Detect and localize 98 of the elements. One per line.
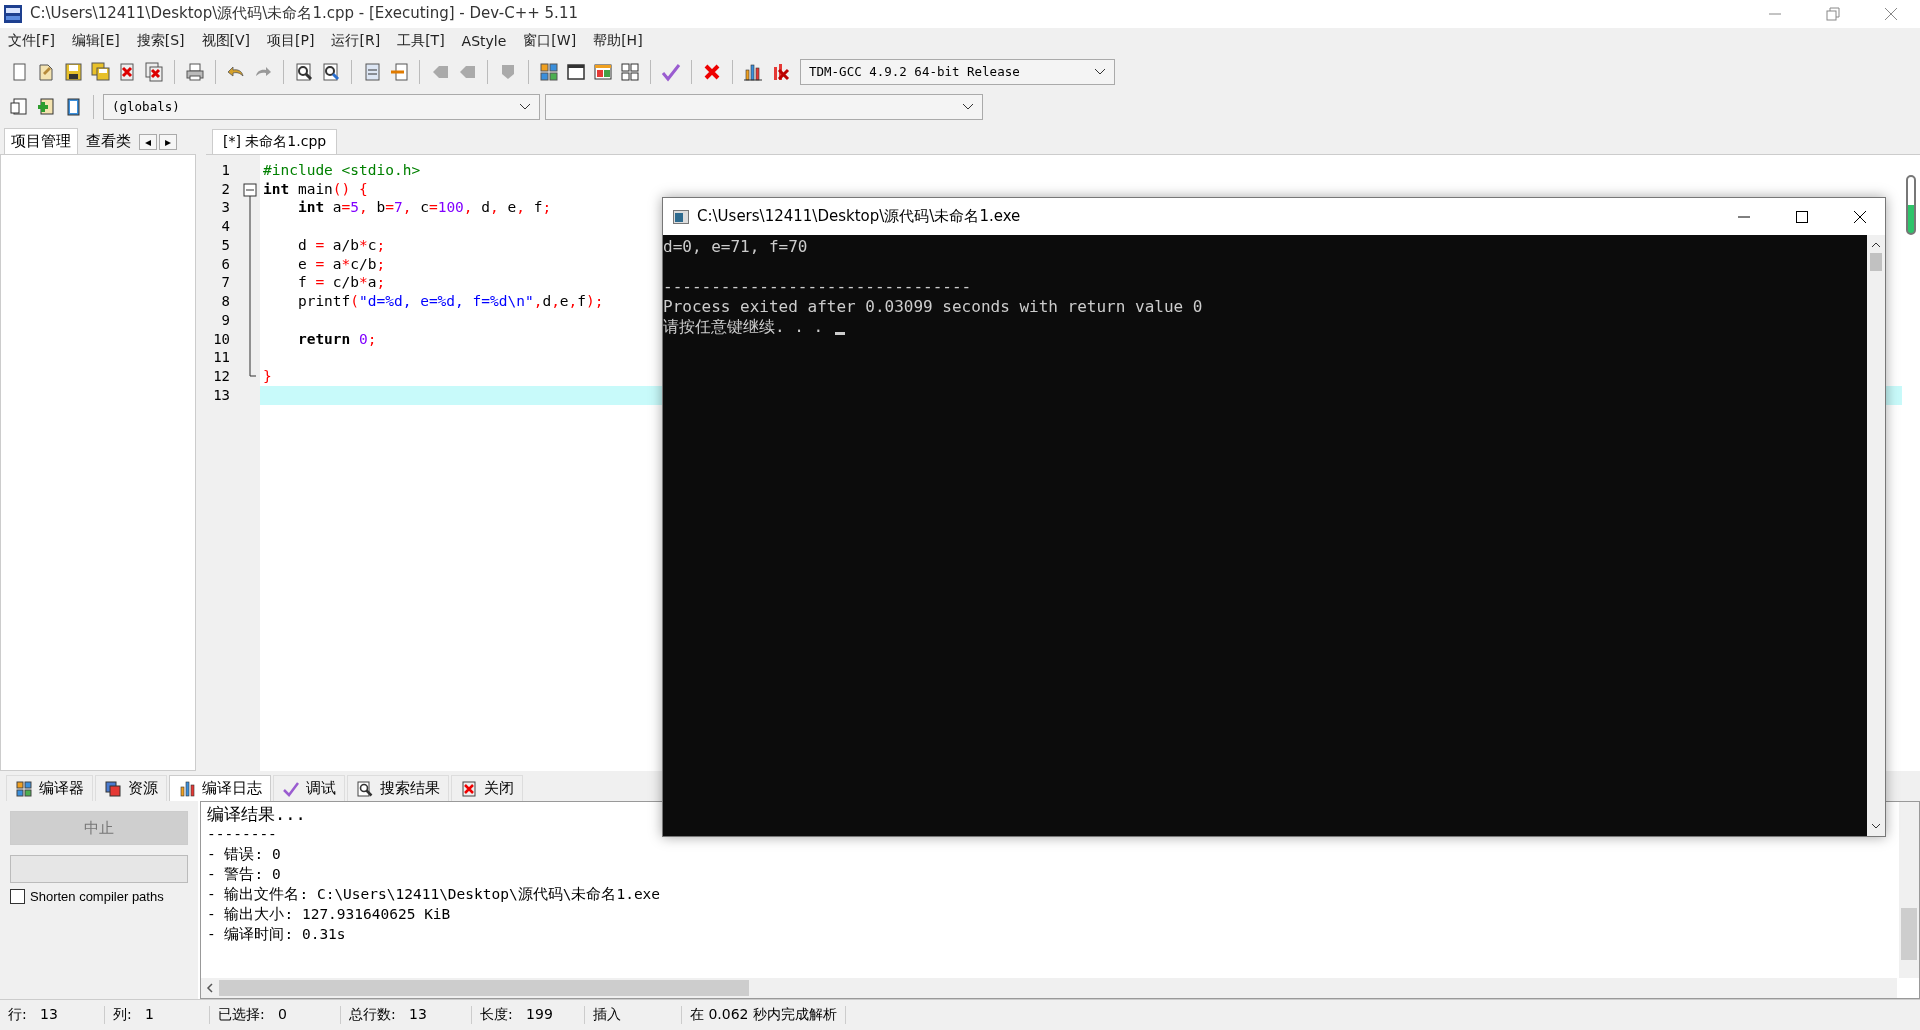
code-line: d = a/b*c; [296,235,386,255]
indent-icon[interactable] [8,95,30,118]
log-line: 编译结果... [207,804,306,825]
log-line: - 错误: 0 [207,845,281,865]
line-number: 7 [220,273,231,293]
restore-icon[interactable] [1826,7,1840,21]
chevron-icon [519,102,531,111]
console-output: -------------------------------- [663,277,972,297]
editor-tab[interactable]: [*] 未命名1.cpp [212,128,338,154]
menu-item[interactable]: 项目[P] [267,31,315,50]
line-number: 10 [212,329,231,349]
panel-tab[interactable]: 查看类 [80,128,137,154]
code-line: int a=5, b=7, c=100, d, e, f; [296,198,552,218]
scrollbar[interactable] [1867,235,1885,836]
scroll-up-icon[interactable] [1871,241,1881,249]
checkbox[interactable] [10,889,25,905]
console-output: Process exited after 0.03099 seconds with return value 0 [663,297,1203,317]
stacked-squares-icon [104,779,122,798]
log-line: - 编译时间: 0.31s [207,925,346,945]
grid-icon[interactable] [619,60,641,83]
window-title: C:\Users\12411\Desktop\源代码\未命名1.cpp - [Executing] - Dev-C++ 5.11 [30,4,578,24]
grid-icon [15,779,33,798]
code-line: #include <stdio.h> [263,160,421,180]
status-field: 已选择: 0 [210,1006,341,1024]
code-line: e = a*c/b; [296,254,386,274]
chevron-icon [962,102,974,111]
app-icon [4,5,22,23]
print-icon[interactable] [184,60,206,83]
status-field: 在 0.062 秒内完成解析 [682,1006,846,1024]
replace-icon[interactable] [320,60,342,83]
console-output: d=0, e=71, f=70 [663,237,808,257]
compiler-dropdown[interactable]: TDM-GCC 4.9.2 64-bit Release [800,58,1115,85]
panel-tab[interactable]: 搜索结果 [347,775,449,802]
menu-item[interactable]: 搜索[S] [136,31,185,50]
scroll-down-icon[interactable] [1871,822,1881,830]
line-number: 1 [220,160,231,180]
scroll-left-icon[interactable] [206,983,214,994]
menu-item[interactable]: 工具[T] [397,31,445,50]
line-number: 11 [212,348,231,368]
log-line: -------- [207,825,277,845]
split-icon[interactable] [388,60,410,83]
status-field: 列: 1 [105,1006,210,1024]
menu-item[interactable]: 视图[V] [201,31,251,50]
chevron-icon [1094,67,1106,76]
log-line: - 输出文件名: C:\Users\12411\Desktop\源代码\未命名1.exe [207,885,661,905]
code-line: return 0; [296,329,377,349]
menu-item[interactable]: 文件[F] [8,31,55,50]
menu-item[interactable]: 运行[R] [331,31,381,50]
line-number: 2 [220,179,231,199]
line-number: 6 [220,254,231,274]
line-number: 12 [212,367,231,386]
status-field: 插入 [585,1006,682,1024]
panel-tab[interactable]: 项目管理 [4,127,78,154]
window-title: C:\Users\12411\Desktop\源代码\未命名1.exe [697,207,1021,226]
save-all-icon[interactable] [89,60,111,83]
code-line: int main() { [263,179,368,199]
scrollbar[interactable] [1899,802,1919,979]
close-icon[interactable] [1853,209,1867,224]
code-line: printf("d=%d, e=%d, f=%d\n",d,e,f); [296,292,604,311]
line-number: 9 [220,310,231,330]
close-all-icon[interactable] [143,60,165,83]
scrollbar[interactable] [201,978,1897,999]
line-number: 4 [220,217,231,236]
line-number: 13 [212,385,231,405]
panel-tab[interactable]: 编译器 [6,775,93,802]
checkbox-label[interactable]: Shorten compiler paths [30,889,164,905]
code-line: } [263,367,272,386]
bar-chart-icon [178,779,196,798]
status-field: 总行数: 13 [341,1006,472,1024]
scroll-thumb[interactable] [1870,253,1882,271]
add-file-icon[interactable] [35,95,57,118]
menu-item[interactable]: 窗口[W] [523,31,577,50]
menu-item[interactable]: 编辑[E] [72,31,120,50]
panel-tab[interactable]: 编译日志 [169,775,271,802]
log-line: - 输出大小: 127.931640625 KiB [207,905,451,925]
save-icon[interactable] [62,60,84,83]
scroll-tab-button[interactable]: ▸ [159,133,178,150]
grid-icon[interactable] [538,60,560,83]
member-dropdown[interactable] [545,93,983,120]
panel-tab[interactable]: 关闭 [451,775,523,802]
status-field: 长度: 199 [472,1006,585,1024]
search-icon[interactable] [293,60,315,83]
log-line: - 警告: 0 [207,865,281,885]
status-field: 行: 13 [0,1006,105,1024]
panel-tab[interactable]: 调试 [273,775,345,802]
search-icon [356,779,374,798]
line-number: 8 [220,292,231,311]
console-output: 请按任意键继续. . . [663,317,824,337]
scroll-tab-button[interactable]: ◂ [139,133,158,150]
close-file-icon [460,779,478,798]
console-icon [673,209,689,224]
menu-item[interactable]: 帮助[H] [593,31,643,50]
menu-item[interactable]: AStyle [461,32,507,49]
scope-dropdown[interactable]: (globals) [103,93,540,120]
line-number: 3 [220,198,231,218]
code-line: f = c/b*a; [296,273,386,293]
line-number: 5 [220,235,231,255]
maximize-icon[interactable] [1795,209,1809,224]
